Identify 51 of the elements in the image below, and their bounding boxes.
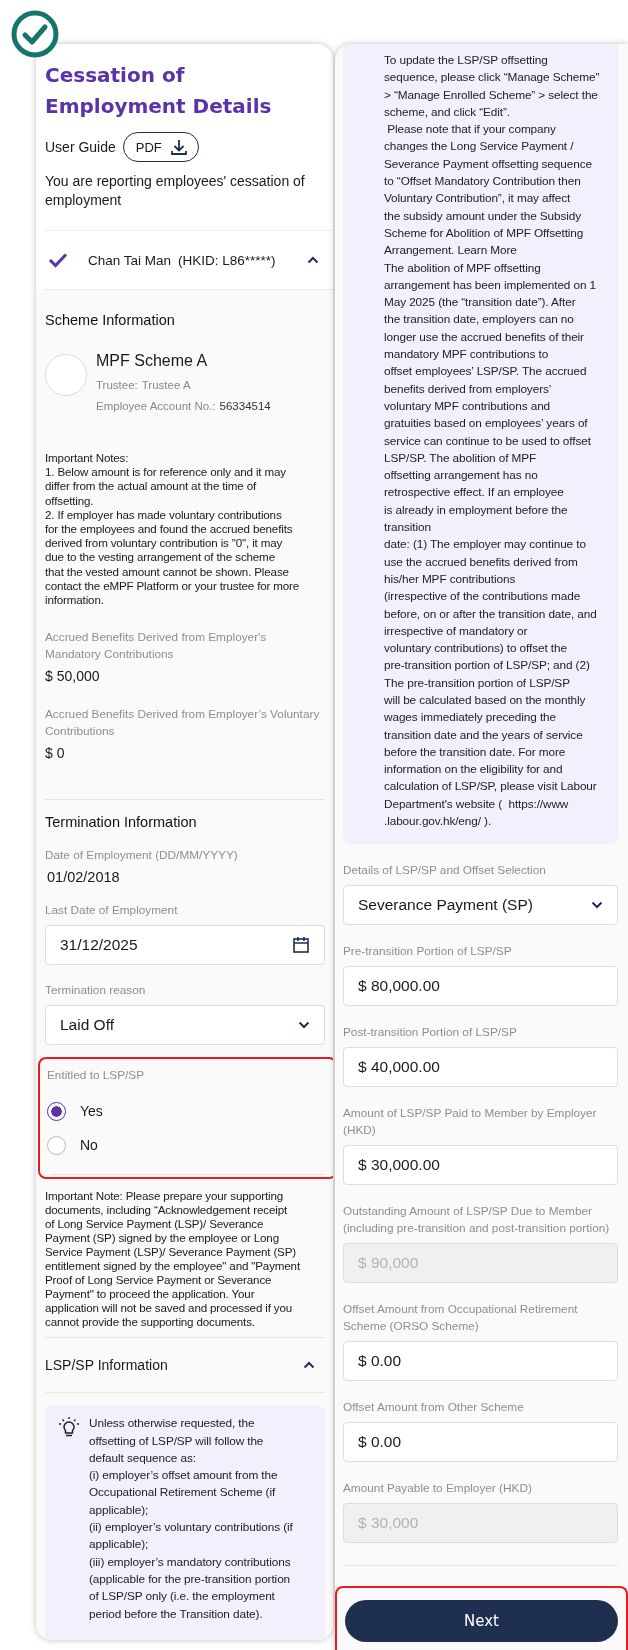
account-number: 56334514 bbox=[219, 399, 271, 414]
chevron-down-icon bbox=[591, 901, 603, 910]
user-guide-label: User Guide bbox=[45, 139, 116, 155]
date-field[interactable]: 31/12/2025 bbox=[45, 925, 325, 966]
trustee-label: Trustee: bbox=[96, 378, 138, 393]
pdf-download-button[interactable]: PDF bbox=[122, 132, 199, 162]
field-label: Last Date of Employment bbox=[45, 902, 179, 920]
amount-field[interactable]: $ 0.00 bbox=[343, 1422, 618, 1463]
download-icon bbox=[169, 138, 188, 156]
dropdown-field[interactable]: Severance Payment (SP) bbox=[343, 885, 618, 926]
field-value: 01/02/2018 bbox=[47, 869, 121, 886]
amount-field[interactable]: $ 0.00 bbox=[343, 1341, 618, 1382]
field-label: Outstanding Amount of LSP/SP Due to Member (including pre-transition and post-transition portion) bbox=[343, 1203, 611, 1238]
field-label: Post-transition Portion of LSP/SP bbox=[343, 1024, 518, 1042]
description-text: You are reporting employees' cessation of employment bbox=[45, 172, 306, 210]
amount-field[interactable]: $ 80,000.00 bbox=[343, 966, 618, 1007]
employee-hkid: (HKID: L86*****) bbox=[178, 252, 276, 268]
field-label: Entitled to LSP/SP bbox=[47, 1067, 146, 1085]
benefit-label: Accrued Benefits Derived from Employer’s Voluntary Contributions bbox=[45, 706, 321, 741]
important-notes-text: Important Notes: 1. Below amount is for reference only and it may differ from the actual amount at the time of offsetting. 2. If employer has made voluntary contributions for the employees and found the accrued benefits derived from voluntary contribution is "0", it may due to the vesting arrangement of the scheme that the vested amount cannot be shown. Please contact the eMPF Platform or your trustee for more information. bbox=[45, 451, 301, 608]
field-label: Offset Amount from Other Scheme bbox=[343, 1399, 525, 1417]
field-label: Offset Amount from Occupational Retirement Scheme (ORSO Scheme) bbox=[343, 1301, 579, 1336]
section-header[interactable]: LSP/SP Information bbox=[45, 1337, 325, 1394]
benefit-amount: $ 50,000 bbox=[45, 668, 101, 685]
trustee-value: Trustee A bbox=[141, 378, 191, 393]
dropdown-field[interactable]: Laid Off bbox=[45, 1005, 325, 1046]
scheme-name: MPF Scheme A bbox=[96, 352, 209, 370]
section-heading: Termination Information bbox=[45, 814, 198, 831]
amount-field[interactable]: $ 40,000.00 bbox=[343, 1047, 618, 1088]
important-note-text: Important Note: Please prepare your supporting documents, including “Acknowledgement receipt of Long Service Payment (LSP)/ Severance Payment (SP) signed by the employee or Long Service Payment (LSP)/ Severance Payment (SP) entitlement signed by the employee" and "Payment Proof of Long Service Payment or Severance Payment" to proceed the application. Your application will not be saved and processed if you cannot provide the supporting documents. bbox=[45, 1189, 301, 1330]
field-label: Details of LSP/SP and Offset Selection bbox=[343, 862, 547, 880]
field-label: Amount of LSP/SP Paid to Member by Employer (HKD) bbox=[343, 1105, 598, 1140]
page-title: Cessation of Employment Details bbox=[45, 62, 273, 120]
field-label: Date of Employment (DD/MM/YYYY) bbox=[45, 847, 239, 865]
chevron-down-icon bbox=[298, 1021, 310, 1030]
field-label: Pre-transition Portion of LSP/SP bbox=[343, 943, 513, 961]
employee-name: Chan Tai Man bbox=[88, 252, 172, 268]
field-label: Termination reason bbox=[45, 982, 147, 1000]
benefit-amount: $ 0 bbox=[45, 745, 66, 762]
tip-text: To update the LSP/SP offsetting sequence, please click “Manage Scheme” > “Manage Enrolled Scheme” > select the scheme, and click “Edit”. Please note that if your company changes the Long Service Payment / Severance Payment offsetting sequence to “Offset Mandatory Contribution then Voluntary Contribution”, it may affect the subsidy amount under the Subsidy Scheme for Abolition of MPF Offsetting Arrangement. Learn More The abolition of MPF offsetting arrangement has been implemented on 1 May 2025 (the “transition date”). After the transition date, employers can no longer use the accrued benefits of their mandatory MPF contributions to offset employees’ LSP/SP. The accrued benefits derived from employers’ voluntary MPF contributions and gratuities based on employees’ years of service can continue to be used to offset LSP/SP. The abolition of MPF offsetting arrangement has no retrospective effect. If an employee is already in employment before the transition date: (1) The employer may continue to use the accrued benefits derived from his/her MPF contributions (irrespective of the contributions made before, on or after the transition date, and irrespective of mandatory or voluntary contributions) to offset the pre-transition portion of LSP/SP; and (2) The pre-transition portion of LSP/SP will be calculated based on the monthly wages immediately preceding the transition date and the years of service before the transition date. For more information on the eligibility for and calculation of LSP/SP, please visit Labour Department's website ( https://www .labour.gov.hk/eng/ ). bbox=[384, 52, 601, 831]
scheme-logo-placeholder bbox=[45, 354, 87, 396]
account-label: Employee Account No.: bbox=[96, 399, 216, 414]
radio-option[interactable]: Yes bbox=[47, 1100, 325, 1123]
field-label: Amount Payable to Employer (HKD) bbox=[343, 1480, 533, 1498]
amount-field[interactable]: $ 30,000.00 bbox=[343, 1145, 618, 1186]
next-button[interactable]: Next bbox=[345, 1600, 618, 1643]
calendar-icon bbox=[292, 936, 310, 955]
radio-option[interactable]: No bbox=[47, 1134, 325, 1157]
section-heading: Scheme Information bbox=[45, 312, 176, 328]
tip-text: Unless otherwise requested, the offsetting of LSP/SP will follow the default sequence as: (i) employer’s offset amount from the Occupational Retirement Scheme (if applicable); (ii) employer’s voluntary contributions (if applicable); (iii) employer’s mandatory contributions (applicable for the pre-transition portion of LSP/SP only (i.e. the employment period before the Transition date). bbox=[89, 1415, 293, 1623]
benefit-label: Accrued Benefits Derived from Employer's Mandatory Contributions bbox=[45, 629, 268, 664]
